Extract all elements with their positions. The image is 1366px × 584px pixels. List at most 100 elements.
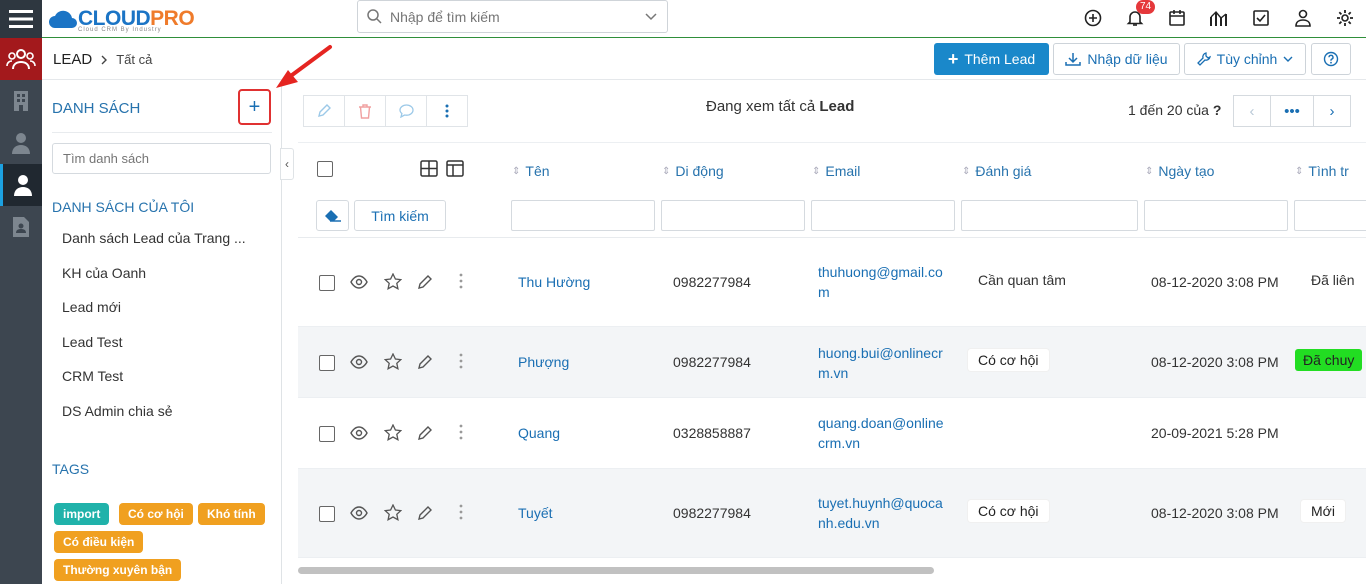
star-icon[interactable] <box>384 273 402 290</box>
filter-created-input[interactable] <box>1144 200 1288 231</box>
kebab-menu-icon[interactable] <box>459 424 463 440</box>
row-checkbox[interactable] <box>319 506 335 522</box>
tag-co-dieu-kien[interactable]: Có điều kiện <box>54 531 144 553</box>
sidebar-list-item[interactable]: DS Admin chia sẻ <box>62 403 262 438</box>
grid-view-icon[interactable] <box>420 160 438 177</box>
nav-document-icon[interactable] <box>0 206 42 248</box>
tag-kho-tinh[interactable]: Khó tính <box>198 503 265 525</box>
nav-person-icon[interactable] <box>0 164 42 206</box>
add-circle-icon[interactable] <box>1083 8 1103 28</box>
calendar-icon[interactable] <box>1167 8 1187 28</box>
pagination-total[interactable]: ? <box>1213 102 1222 118</box>
table-row[interactable]: Thu Hường 0982277984 thuhuong@gmail.co m… <box>298 238 1366 327</box>
columns-view-icon[interactable] <box>446 160 464 177</box>
bulk-delete-button[interactable] <box>344 95 386 127</box>
lead-email-line-2[interactable]: crm.vn <box>818 435 860 451</box>
breadcrumb-module[interactable]: LEAD <box>53 51 92 68</box>
column-header-mobile[interactable]: ⇕ Di động <box>662 163 724 179</box>
global-search[interactable] <box>357 0 668 33</box>
add-lead-button[interactable]: + Thêm Lead <box>934 43 1049 75</box>
eye-icon[interactable] <box>350 426 368 440</box>
column-header-created[interactable]: ⇕ Ngày tạo <box>1145 163 1214 179</box>
lead-email-line-2[interactable]: nh.edu.vn <box>818 515 880 531</box>
lead-email-line-2[interactable]: m <box>818 284 830 300</box>
kebab-menu-icon[interactable] <box>459 353 463 369</box>
task-checkbox-icon[interactable] <box>1251 8 1271 28</box>
star-icon[interactable] <box>384 353 402 370</box>
bulk-edit-button[interactable] <box>303 95 345 127</box>
gear-icon[interactable] <box>1335 8 1355 28</box>
row-checkbox[interactable] <box>319 355 335 371</box>
lead-name[interactable]: Tuyết <box>518 505 553 521</box>
lead-name[interactable]: Phượng <box>518 354 569 370</box>
star-icon[interactable] <box>384 424 402 441</box>
nav-contact-icon[interactable] <box>0 122 42 164</box>
tag-import[interactable]: import <box>54 503 110 525</box>
clear-filter-button[interactable] <box>316 200 349 231</box>
lead-name[interactable]: Quang <box>518 425 560 441</box>
filter-mobile-input[interactable] <box>661 200 805 231</box>
user-profile-icon[interactable] <box>1293 8 1313 28</box>
nav-building-icon[interactable] <box>0 80 42 122</box>
lead-email-line-1[interactable]: quang.doan@online <box>818 415 944 431</box>
filter-email-input[interactable] <box>811 200 955 231</box>
sidebar-list-item[interactable]: Lead Test <box>62 334 262 369</box>
column-header-status[interactable]: ⇕ Tình tr <box>1295 163 1349 179</box>
global-search-input[interactable] <box>390 8 630 25</box>
sidebar-list-item[interactable]: KH của Oanh <box>62 265 262 300</box>
import-data-button[interactable]: Nhập dữ liệu <box>1053 43 1180 75</box>
next-page-button[interactable]: › <box>1313 95 1351 127</box>
collapse-sidebar-button[interactable]: ‹ <box>280 148 294 180</box>
sidebar-list-item[interactable]: Lead mới <box>62 299 262 334</box>
pencil-icon[interactable] <box>417 274 433 290</box>
filter-search-button[interactable]: Tìm kiếm <box>354 200 446 231</box>
filter-status-input[interactable] <box>1294 200 1366 231</box>
tag-co-co-hoi[interactable]: Có cơ hội <box>119 503 193 525</box>
lead-email-line-1[interactable]: huong.bui@onlinecr <box>818 345 943 361</box>
pencil-icon[interactable] <box>417 425 433 441</box>
select-all-checkbox[interactable] <box>317 161 333 177</box>
column-header-email[interactable]: ⇕ Email <box>812 163 860 179</box>
kebab-menu-icon[interactable] <box>459 273 463 289</box>
filter-name-input[interactable] <box>511 200 655 231</box>
scrollbar-thumb[interactable] <box>298 567 934 574</box>
page-more-button[interactable]: ••• <box>1270 95 1314 127</box>
more-actions-button[interactable] <box>426 95 468 127</box>
column-header-name[interactable]: ⇕ Tên <box>512 163 550 179</box>
horizontal-scrollbar[interactable] <box>298 566 1366 574</box>
bell-icon[interactable]: 74 <box>1125 0 1156 28</box>
bulk-comment-button[interactable] <box>385 95 427 127</box>
lead-name[interactable]: Thu Hường <box>518 274 590 290</box>
hamburger-menu-icon[interactable] <box>0 0 42 38</box>
table-row[interactable]: Tuyết 0982277984 tuyet.huynh@quoca nh.ed… <box>298 469 1366 558</box>
list-search-input[interactable] <box>52 143 271 174</box>
eye-icon[interactable] <box>350 355 368 369</box>
pencil-icon[interactable] <box>417 505 433 521</box>
add-list-button[interactable]: + <box>238 89 271 125</box>
star-icon[interactable] <box>384 504 402 521</box>
prev-page-button[interactable]: ‹ <box>1233 95 1271 127</box>
eye-icon[interactable] <box>350 275 368 289</box>
row-checkbox[interactable] <box>319 426 335 442</box>
tag-thuong-xuyen-ban[interactable]: Thường xuyên bận <box>54 559 182 581</box>
eye-icon[interactable] <box>350 506 368 520</box>
table-row[interactable]: Phượng 0982277984 huong.bui@onlinecr m.v… <box>298 327 1366 398</box>
pencil-icon[interactable] <box>417 354 433 370</box>
help-button[interactable] <box>1311 43 1351 75</box>
nav-leads-icon[interactable] <box>0 38 42 80</box>
sidebar-list-item[interactable]: CRM Test <box>62 368 262 403</box>
chevron-down-icon[interactable] <box>644 10 658 24</box>
table-row[interactable]: Quang 0328858887 quang.doan@online crm.v… <box>298 398 1366 469</box>
lead-email-line-1[interactable]: tuyet.huynh@quoca <box>818 495 943 511</box>
column-header-rating[interactable]: ⇕ Đánh giá <box>962 163 1031 179</box>
cloudpro-logo[interactable]: CLOUDPRO Cloud CRM By Industry <box>48 2 195 36</box>
kebab-menu-icon[interactable] <box>459 504 463 520</box>
bulk-actions <box>303 95 468 127</box>
row-checkbox[interactable] <box>319 275 335 291</box>
customize-button[interactable]: Tùy chỉnh <box>1184 43 1306 75</box>
sidebar-list-item[interactable]: Danh sách Lead của Trang ... <box>62 230 262 265</box>
report-chart-icon[interactable] <box>1209 8 1229 28</box>
filter-rating-input[interactable] <box>961 200 1138 231</box>
lead-email-line-1[interactable]: thuhuong@gmail.co <box>818 264 943 280</box>
lead-email-line-2[interactable]: m.vn <box>818 365 848 381</box>
